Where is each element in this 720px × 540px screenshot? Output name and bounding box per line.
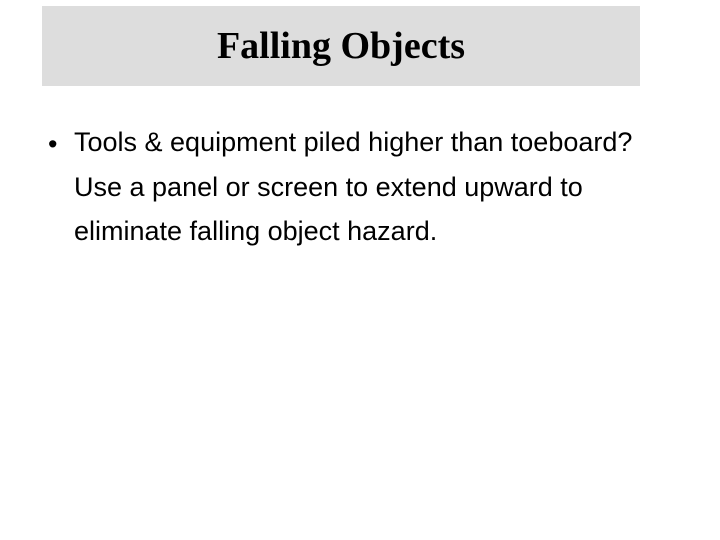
bullet-icon: • [48, 120, 74, 167]
slide-body: • Tools & equipment piled higher than to… [48, 120, 660, 254]
title-bar: Falling Objects [42, 6, 640, 86]
list-item: • Tools & equipment piled higher than to… [48, 120, 660, 254]
slide: Falling Objects • Tools & equipment pile… [0, 0, 720, 540]
slide-title: Falling Objects [217, 24, 465, 68]
bullet-text: Tools & equipment piled higher than toeb… [74, 120, 660, 254]
